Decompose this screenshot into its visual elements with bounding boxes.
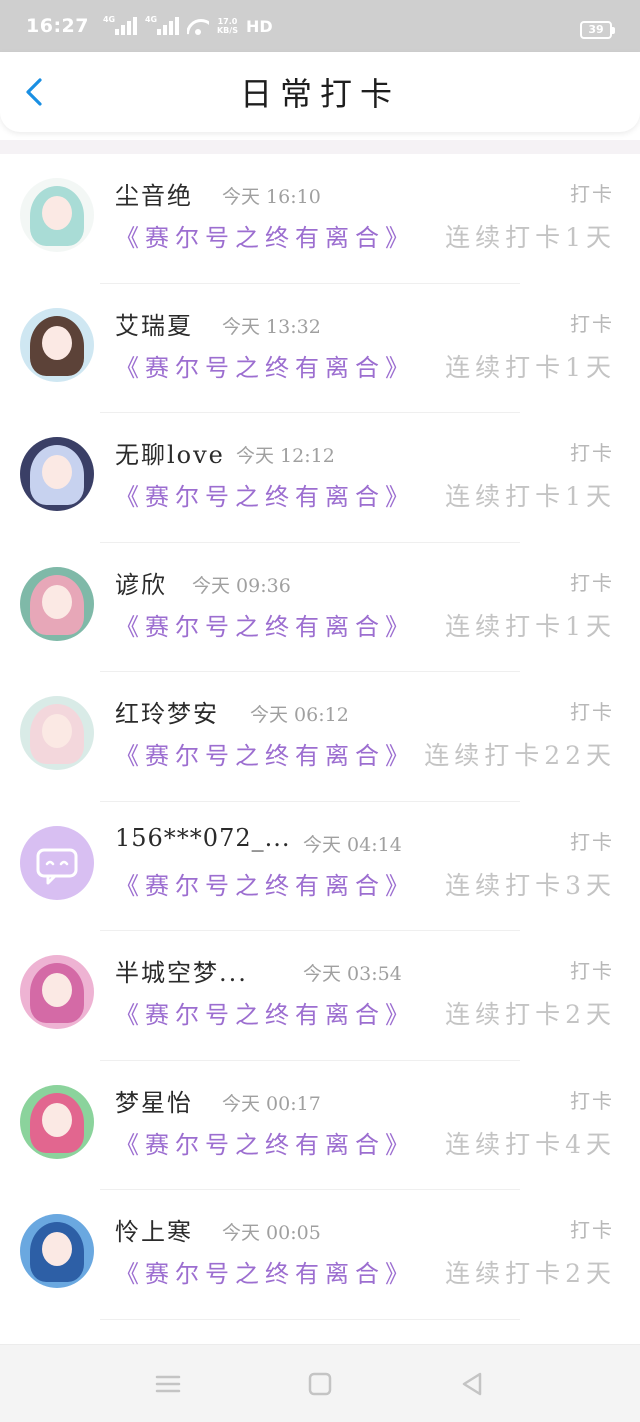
topic-link[interactable]: 《赛尔号之终有离合》 — [115, 1125, 415, 1160]
battery-icon: 39 — [580, 21, 615, 39]
back-button[interactable] — [22, 78, 48, 106]
checkin-label: 打卡 — [570, 311, 614, 336]
user-name[interactable]: 艾瑞夏 — [115, 306, 193, 341]
streak-count: 连续打卡2天 — [445, 1000, 616, 1029]
user-name[interactable]: 无聊love — [115, 435, 225, 470]
network-speed: 17.0 KB/S — [216, 17, 238, 35]
avatar[interactable] — [20, 1084, 94, 1159]
list-item[interactable]: 梦星怡 今天 00:17 打卡 《赛尔号之终有离合》 连续打卡4天 — [0, 1061, 640, 1190]
streak-count: 连续打卡1天 — [445, 611, 616, 641]
checkin-time: 今天 13:32 — [222, 315, 321, 338]
checkin-list[interactable]: 尘音绝 今天 16:10 打卡 《赛尔号之终有离合》 连续打卡1天 艾瑞夏 今天… — [0, 154, 640, 1344]
list-item[interactable]: 谚欣 今天 09:36 打卡 《赛尔号之终有离合》 连续打卡1天 — [0, 543, 640, 672]
checkin-time: 今天 04:14 — [303, 833, 402, 856]
topic-link[interactable]: 《赛尔号之终有离合》 — [115, 348, 415, 383]
topic-link[interactable]: 《赛尔号之终有离合》 — [115, 218, 415, 253]
list-item[interactable]: 无聊love 今天 12:12 打卡 《赛尔号之终有离合》 连续打卡1天 — [0, 413, 640, 543]
streak-count: 连续打卡3天 — [445, 870, 616, 900]
streak-count: 连续打卡2天 — [445, 1259, 616, 1288]
checkin-label: 打卡 — [570, 182, 614, 206]
avatar[interactable] — [20, 178, 94, 252]
topic-link[interactable]: 《赛尔号之终有离合》 — [115, 607, 415, 642]
checkin-label: 打卡 — [570, 959, 614, 983]
topic-link[interactable]: 《赛尔号之终有离合》 — [115, 736, 415, 771]
page-title: 日常打卡 — [239, 75, 400, 113]
checkin-time: 今天 03:54 — [303, 963, 402, 985]
system-nav-bar — [0, 1344, 640, 1422]
checkin-label: 打卡 — [570, 1088, 614, 1113]
checkin-time: 今天 06:12 — [250, 704, 349, 726]
list-item[interactable]: 156***072_... 今天 04:14 打卡 《赛尔号之终有离合》 连续打… — [0, 802, 640, 931]
streak-count: 连续打卡1天 — [445, 352, 616, 382]
default-avatar-icon[interactable] — [20, 825, 94, 900]
topic-link[interactable]: 《赛尔号之终有离合》 — [115, 1254, 415, 1289]
list-item[interactable]: 怜上寒 今天 00:05 打卡 《赛尔号之终有离合》 连续打卡2天 — [0, 1190, 640, 1320]
user-name[interactable]: 怜上寒 — [115, 1212, 193, 1247]
checkin-time: 今天 09:36 — [192, 574, 291, 597]
signal-icon-2: 4G — [145, 15, 179, 35]
streak-count: 连续打卡1天 — [445, 223, 616, 252]
list-item[interactable]: 半城空梦... 今天 03:54 打卡 《赛尔号之终有离合》 连续打卡2天 — [0, 931, 640, 1061]
user-name[interactable]: 红玲梦安 — [115, 694, 219, 729]
user-name[interactable]: 156***072_... — [115, 824, 291, 852]
list-item[interactable]: 艾瑞夏 今天 13:32 打卡 《赛尔号之终有离合》 连续打卡1天 — [0, 284, 640, 413]
checkin-label: 打卡 — [570, 570, 614, 595]
avatar[interactable] — [20, 437, 94, 511]
topic-link[interactable]: 《赛尔号之终有离合》 — [115, 995, 415, 1030]
user-name[interactable]: 梦星怡 — [115, 1083, 193, 1118]
avatar[interactable] — [20, 1214, 94, 1288]
avatar[interactable] — [20, 307, 94, 382]
hd-indicator: HD — [245, 16, 273, 36]
back-triangle-icon[interactable] — [458, 1371, 486, 1397]
checkin-time: 今天 12:12 — [236, 445, 335, 467]
status-bar: 16:27 4G 4G 17.0 KB/S HD 39 — [0, 0, 640, 52]
avatar[interactable] — [20, 566, 94, 641]
checkin-time: 今天 00:05 — [222, 1222, 321, 1244]
list-item[interactable]: 红玲梦安 今天 06:12 打卡 《赛尔号之终有离合》 连续打卡22天 — [0, 672, 640, 802]
checkin-label: 打卡 — [570, 441, 614, 465]
avatar[interactable] — [20, 696, 94, 770]
list-item[interactable]: 尘音绝 今天 16:10 打卡 《赛尔号之终有离合》 连续打卡1天 — [0, 154, 640, 284]
avatar[interactable] — [20, 955, 94, 1029]
menu-icon[interactable] — [154, 1371, 182, 1397]
topic-link[interactable]: 《赛尔号之终有离合》 — [115, 477, 415, 512]
header: 日常打卡 — [0, 52, 640, 132]
topic-link[interactable]: 《赛尔号之终有离合》 — [115, 866, 415, 901]
checkin-label: 打卡 — [570, 829, 614, 854]
streak-count: 连续打卡1天 — [445, 482, 616, 511]
signal-icon: 4G — [103, 15, 137, 35]
wifi-icon — [187, 17, 209, 35]
user-name[interactable]: 半城空梦... — [115, 953, 248, 988]
checkin-label: 打卡 — [570, 1218, 614, 1242]
list-item-partial[interactable] — [0, 1320, 640, 1344]
checkin-time: 今天 16:10 — [222, 186, 321, 208]
streak-count: 连续打卡4天 — [445, 1129, 616, 1159]
user-name[interactable]: 尘音绝 — [115, 176, 193, 211]
divider-band — [0, 140, 640, 154]
status-time: 16:27 — [26, 15, 89, 37]
checkin-time: 今天 00:17 — [222, 1092, 321, 1115]
streak-count: 连续打卡22天 — [424, 741, 616, 770]
status-icons: 4G 4G 17.0 KB/S HD — [103, 15, 273, 36]
checkin-label: 打卡 — [570, 700, 614, 724]
user-name[interactable]: 谚欣 — [115, 565, 167, 600]
home-square-icon[interactable] — [306, 1371, 334, 1397]
